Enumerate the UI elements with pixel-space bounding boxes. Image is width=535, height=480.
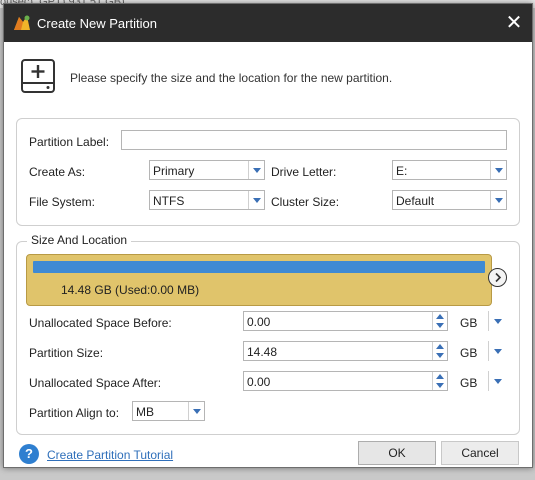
instruction-text: Please specify the size and the location…	[70, 71, 393, 85]
file-system-select[interactable]: NTFS	[149, 190, 265, 210]
size-location-legend: Size And Location	[27, 233, 132, 247]
move-right-button[interactable]	[488, 268, 507, 287]
spin-down-icon	[436, 323, 444, 328]
partition-size-unit: GB	[460, 346, 478, 360]
unalloc-after-unit: GB	[460, 376, 478, 390]
spin-down-icon	[436, 353, 444, 358]
unalloc-after-value: 0.00	[247, 375, 271, 389]
cluster-size-label: Cluster Size:	[271, 195, 340, 209]
cancel-button[interactable]: Cancel	[441, 441, 519, 465]
help-icon[interactable]: ?	[19, 444, 39, 464]
create-as-select[interactable]: Primary	[149, 160, 265, 180]
partition-bar-text: 14.48 GB (Used:0.00 MB)	[61, 283, 200, 297]
align-value: MB	[136, 405, 154, 419]
align-label: Partition Align to:	[29, 406, 120, 420]
unalloc-before-unit-dropdown[interactable]	[488, 311, 505, 331]
cluster-size-select[interactable]: Default	[392, 190, 507, 210]
partition-size-label: Partition Size:	[29, 346, 104, 360]
unalloc-before-value: 0.00	[247, 315, 271, 329]
unalloc-after-unit-dropdown[interactable]	[488, 371, 505, 391]
unalloc-before-spinner[interactable]	[432, 312, 447, 330]
create-partition-dialog: Create New Partition ✕ Please specify th…	[3, 3, 533, 468]
ok-button[interactable]: OK	[358, 441, 436, 465]
spin-down-icon	[436, 383, 444, 388]
drive-letter-label: Drive Letter:	[271, 165, 337, 179]
new-partition-icon	[21, 59, 55, 93]
spin-up-icon	[436, 374, 444, 379]
close-button[interactable]: ✕	[502, 11, 526, 35]
create-as-label: Create As:	[29, 165, 86, 179]
partition-bar-fill	[33, 261, 485, 273]
app-icon	[14, 15, 30, 30]
chevron-down-icon	[248, 191, 264, 209]
file-system-label: File System:	[29, 195, 96, 209]
partition-size-input[interactable]: 14.48	[243, 341, 448, 361]
chevron-down-icon	[490, 191, 506, 209]
drive-letter-select[interactable]: E:	[392, 160, 507, 180]
spin-up-icon	[436, 344, 444, 349]
title-bar: Create New Partition ✕	[4, 4, 532, 42]
drive-letter-value: E:	[396, 164, 408, 178]
create-as-value: Primary	[153, 164, 195, 178]
unalloc-before-input[interactable]: 0.00	[243, 311, 448, 331]
tutorial-link[interactable]: Create Partition Tutorial	[47, 448, 173, 462]
file-system-value: NTFS	[153, 194, 185, 208]
partition-label-label: Partition Label:	[29, 135, 110, 149]
unalloc-after-label: Unallocated Space After:	[29, 376, 162, 390]
partition-size-spinner[interactable]	[432, 342, 447, 360]
partition-label-input[interactable]	[121, 130, 507, 150]
spin-up-icon	[436, 314, 444, 319]
partition-bar[interactable]: 14.48 GB (Used:0.00 MB)	[26, 254, 492, 306]
unalloc-before-unit: GB	[460, 316, 478, 330]
arrow-right-icon	[495, 272, 502, 283]
chevron-down-icon	[248, 161, 264, 179]
cluster-size-value: Default	[396, 194, 435, 208]
unalloc-before-label: Unallocated Space Before:	[29, 316, 172, 330]
unalloc-after-input[interactable]: 0.00	[243, 371, 448, 391]
align-select[interactable]: MB	[132, 401, 205, 421]
chevron-down-icon	[188, 402, 204, 420]
unalloc-after-spinner[interactable]	[432, 372, 447, 390]
partition-size-value: 14.48	[247, 345, 278, 359]
partition-size-unit-dropdown[interactable]	[488, 341, 505, 361]
dialog-title: Create New Partition	[37, 16, 157, 31]
chevron-down-icon	[490, 161, 506, 179]
